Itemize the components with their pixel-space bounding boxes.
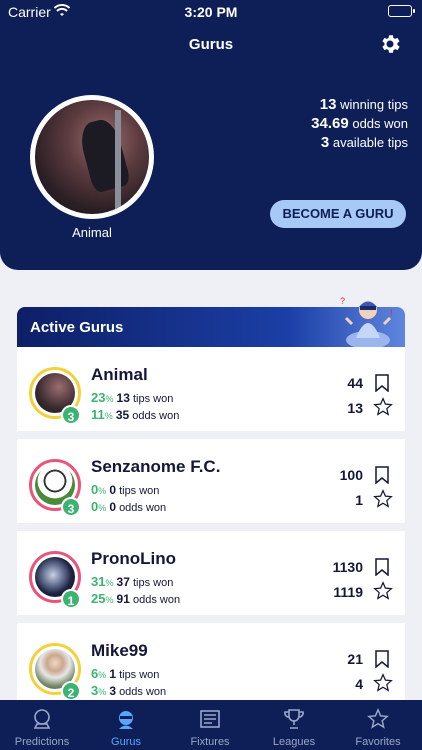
odds-won-line: 0% 0 odds won [91, 499, 167, 514]
rank-badge: 3 [61, 405, 81, 425]
become-guru-button[interactable]: BECOME A GURU [270, 200, 406, 228]
star-count: 4 [355, 676, 363, 692]
svg-text:!: ! [390, 308, 393, 318]
available-tips-stat: 3 available tips [320, 134, 408, 151]
tab-predictions[interactable]: Predictions [0, 700, 84, 750]
clock: 3:20 PM [184, 4, 238, 20]
list-item[interactable]: 3 Senzanome F.C. 0% 0 tips won 0% 0 odds… [17, 439, 405, 527]
star-count: 1119 [333, 584, 363, 600]
rank-badge: 1 [61, 589, 81, 609]
tab-favorites[interactable]: Favorites [336, 700, 420, 750]
list-item[interactable]: 2 Mike99 6% 1 tips won 3% 3 odds won 21 … [17, 623, 405, 700]
bookmark-icon[interactable] [375, 374, 389, 392]
tab-leagues[interactable]: Leagues [252, 700, 336, 750]
guru-mascot-icon: ? ! [340, 296, 393, 349]
guru-list: 3 Animal 23% 13 tips won 11% 35 odds won… [17, 347, 405, 700]
bookmark-icon[interactable] [375, 558, 389, 576]
star-icon [367, 708, 389, 729]
profile-stats: 13 winning tips 34.69 odds won 3 availab… [311, 95, 408, 152]
profile-avatar[interactable] [30, 95, 154, 219]
star-icon[interactable] [373, 673, 393, 693]
crystal-ball-icon [33, 709, 51, 729]
newspaper-icon [200, 710, 220, 728]
guru-icon [119, 711, 133, 729]
list-item[interactable]: 1 PronoLino 31% 37 tips won 25% 91 odds … [17, 531, 405, 619]
odds-won-line: 3% 3 odds won [91, 683, 167, 698]
tips-won-line: 31% 37 tips won [91, 574, 174, 589]
star-count: 13 [347, 400, 363, 416]
rank-badge: 3 [61, 497, 81, 517]
guru-name: Senzanome F.C. [91, 457, 221, 476]
trophy-icon [284, 709, 304, 729]
section-title: Active Gurus [30, 319, 124, 336]
bookmark-count: 100 [339, 467, 363, 483]
status-bar: Carrier 3:20 PM [0, 0, 422, 24]
battery-icon [388, 5, 415, 17]
guru-name: Mike99 [91, 641, 148, 660]
guru-name: Animal [91, 365, 148, 384]
tab-fixtures[interactable]: Fixtures [168, 700, 252, 750]
tab-bar: Predictions Gurus Fixtures Leagues Favor… [0, 700, 422, 750]
tab-gurus[interactable]: Gurus [84, 700, 168, 750]
bookmark-count: 21 [347, 651, 363, 667]
winning-tips-stat: 13 winning tips [319, 96, 408, 113]
rank-badge: 2 [61, 681, 81, 700]
bookmark-count: 1130 [332, 559, 363, 575]
star-icon[interactable] [373, 397, 393, 417]
star-icon[interactable] [373, 581, 393, 601]
guru-name: PronoLino [91, 549, 176, 568]
svg-text:?: ? [340, 296, 345, 306]
tips-won-line: 6% 1 tips won [91, 666, 160, 681]
bookmark-icon[interactable] [375, 466, 389, 484]
bookmark-icon[interactable] [375, 650, 389, 668]
bookmark-count: 44 [347, 375, 363, 391]
tips-won-line: 0% 0 tips won [91, 482, 160, 497]
tips-won-line: 23% 13 tips won [91, 390, 174, 405]
star-count: 1 [355, 492, 363, 508]
star-icon[interactable] [373, 489, 393, 509]
odds-won-stat: 34.69 odds won [311, 115, 408, 132]
gear-icon[interactable] [378, 32, 402, 56]
list-item[interactable]: 3 Animal 23% 13 tips won 11% 35 odds won… [17, 347, 405, 435]
odds-won-line: 25% 91 odds won [91, 591, 181, 606]
page-title: Gurus [188, 36, 234, 53]
profile-header: Carrier 3:20 PM Gurus Animal 13 winning … [0, 0, 422, 270]
profile-name: Animal [72, 225, 112, 240]
odds-won-line: 11% 35 odds won [91, 407, 180, 422]
